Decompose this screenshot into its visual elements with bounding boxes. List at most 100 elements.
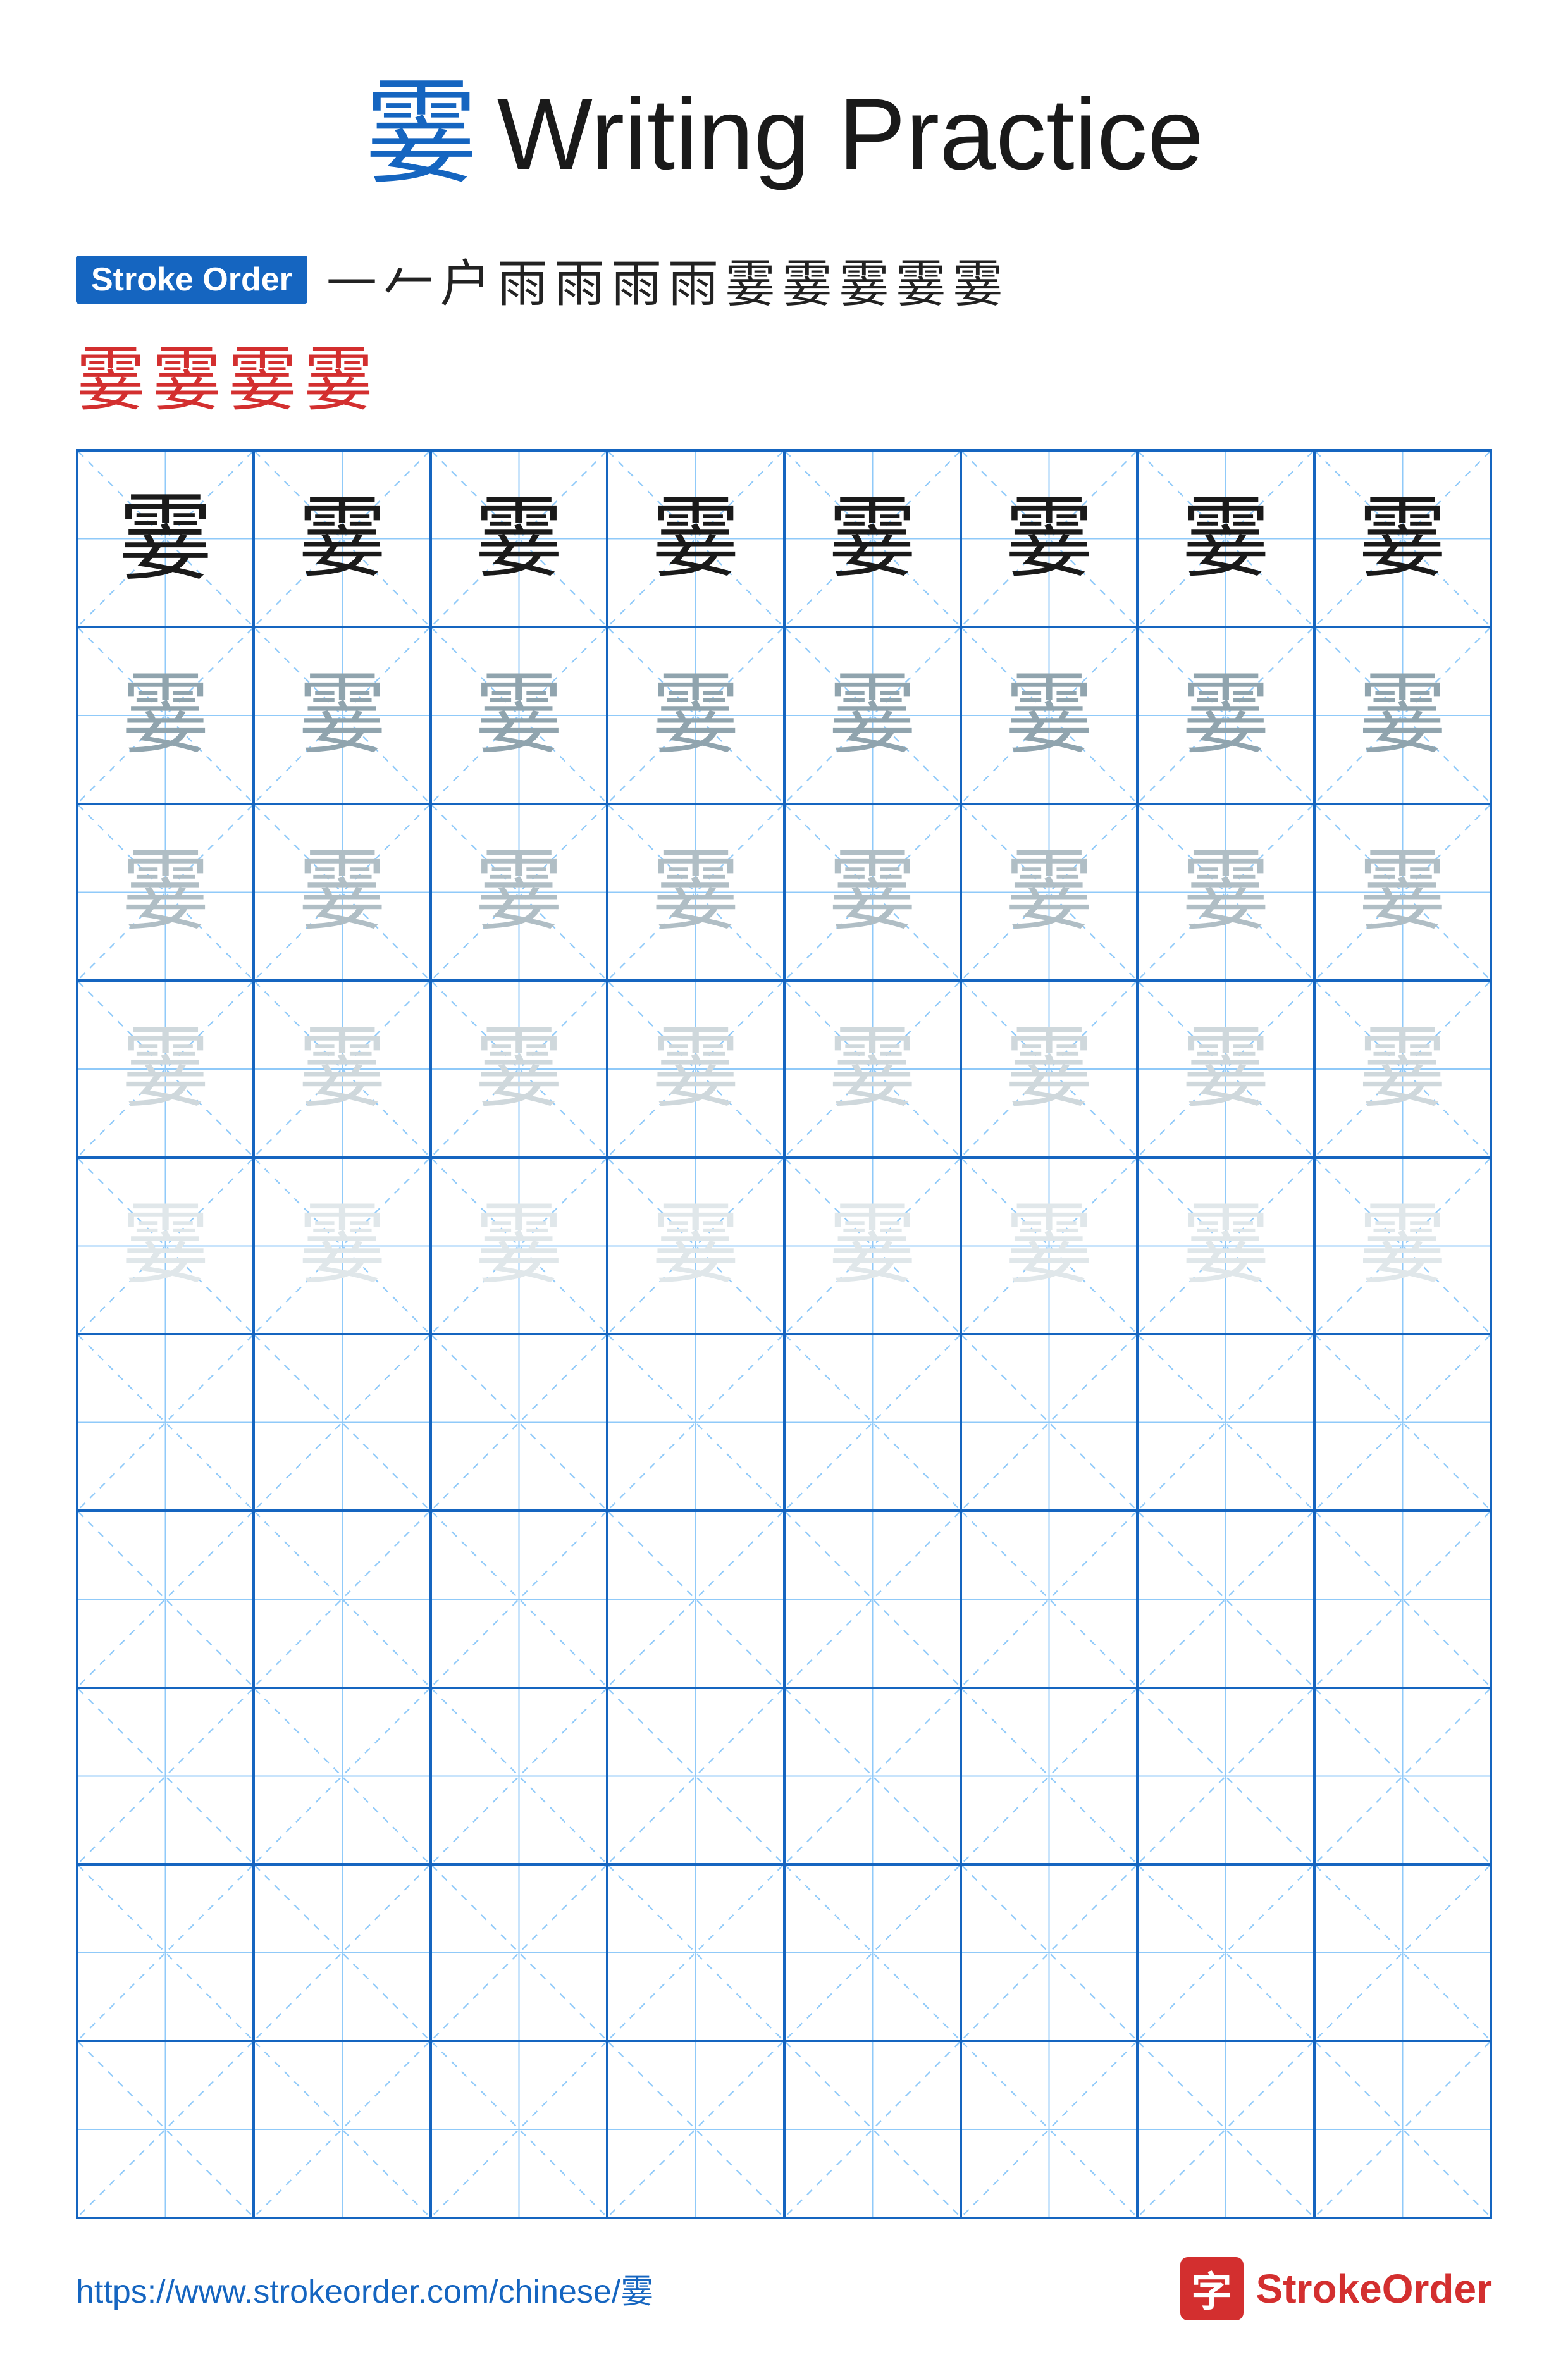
grid-cell-3-3[interactable]: 霎 <box>607 981 784 1157</box>
grid-cell-6-2[interactable] <box>431 1511 607 1687</box>
grid-cell-2-7[interactable]: 霎 <box>1314 804 1491 981</box>
grid-cell-0-0[interactable]: 霎 <box>77 450 254 627</box>
grid-cell-7-4[interactable] <box>784 1688 961 1864</box>
grid-cell-3-1[interactable]: 霎 <box>254 981 430 1157</box>
grid-row-4: 霎霎霎霎霎霎霎霎 <box>77 1158 1491 1334</box>
grid-cell-6-0[interactable] <box>77 1511 254 1687</box>
grid-row-5 <box>77 1334 1491 1511</box>
grid-cell-6-3[interactable] <box>607 1511 784 1687</box>
grid-cell-8-1[interactable] <box>254 1864 430 2041</box>
grid-cell-1-4[interactable]: 霎 <box>784 627 961 803</box>
grid-cell-5-6[interactable] <box>1137 1334 1314 1511</box>
grid-cell-0-7[interactable]: 霎 <box>1314 450 1491 627</box>
grid-cell-3-4[interactable]: 霎 <box>784 981 961 1157</box>
grid-cell-9-1[interactable] <box>254 2041 430 2217</box>
grid-cell-1-6[interactable]: 霎 <box>1137 627 1314 803</box>
grid-cell-5-4[interactable] <box>784 1334 961 1511</box>
stroke-row2-char-3: 霎 <box>228 323 297 424</box>
grid-row-9 <box>77 2041 1491 2217</box>
grid-cell-4-2[interactable]: 霎 <box>431 1158 607 1334</box>
grid-cell-9-0[interactable] <box>77 2041 254 2217</box>
grid-cell-3-7[interactable]: 霎 <box>1314 981 1491 1157</box>
grid-cell-7-6[interactable] <box>1137 1688 1314 1864</box>
grid-cell-4-6[interactable]: 霎 <box>1137 1158 1314 1334</box>
grid-cell-7-1[interactable] <box>254 1688 430 1864</box>
grid-cell-9-5[interactable] <box>961 2041 1137 2217</box>
grid-cell-0-1[interactable]: 霎 <box>254 450 430 627</box>
grid-cell-4-1[interactable]: 霎 <box>254 1158 430 1334</box>
grid-cell-8-3[interactable] <box>607 1864 784 2041</box>
grid-cell-1-3[interactable]: 霎 <box>607 627 784 803</box>
grid-cell-2-5[interactable]: 霎 <box>961 804 1137 981</box>
grid-cell-2-3[interactable]: 霎 <box>607 804 784 981</box>
grid-cell-3-2[interactable]: 霎 <box>431 981 607 1157</box>
grid-cell-8-4[interactable] <box>784 1864 961 2041</box>
grid-cell-7-3[interactable] <box>607 1688 784 1864</box>
grid-cell-1-2[interactable]: 霎 <box>431 627 607 803</box>
grid-cell-7-7[interactable] <box>1314 1688 1491 1864</box>
grid-cell-7-0[interactable] <box>77 1688 254 1864</box>
grid-cell-9-3[interactable] <box>607 2041 784 2217</box>
grid-cell-8-6[interactable] <box>1137 1864 1314 2041</box>
grid-cell-1-5[interactable]: 霎 <box>961 627 1137 803</box>
grid-row-7 <box>77 1688 1491 1864</box>
grid-cell-0-4[interactable]: 霎 <box>784 450 961 627</box>
brand-icon: 字 <box>1180 2257 1244 2320</box>
grid-cell-3-0[interactable]: 霎 <box>77 981 254 1157</box>
grid-cell-5-7[interactable] <box>1314 1334 1491 1511</box>
grid-cell-6-4[interactable] <box>784 1511 961 1687</box>
grid-cell-6-6[interactable] <box>1137 1511 1314 1687</box>
stroke-order-section: Stroke Order 一 𠂉 户 雨 雨 雨 雨 霎 霎 霎 霎 霎 霎 霎… <box>76 243 1492 424</box>
footer-url[interactable]: https://www.strokeorder.com/chinese/霎 <box>76 2265 653 2312</box>
grid-cell-9-6[interactable] <box>1137 2041 1314 2217</box>
grid-cell-6-7[interactable] <box>1314 1511 1491 1687</box>
grid-cell-6-1[interactable] <box>254 1511 430 1687</box>
stroke-step-8: 霎 <box>725 243 775 316</box>
grid-row-1: 霎霎霎霎霎霎霎霎 <box>77 627 1491 803</box>
stroke-row2-char-2: 霎 <box>152 323 221 424</box>
grid-cell-3-5[interactable]: 霎 <box>961 981 1137 1157</box>
brand-name: StrokeOrder <box>1256 2265 1492 2312</box>
grid-cell-0-5[interactable]: 霎 <box>961 450 1137 627</box>
grid-cell-5-1[interactable] <box>254 1334 430 1511</box>
grid-cell-5-0[interactable] <box>77 1334 254 1511</box>
grid-cell-4-5[interactable]: 霎 <box>961 1158 1137 1334</box>
grid-cell-2-6[interactable]: 霎 <box>1137 804 1314 981</box>
grid-cell-9-7[interactable] <box>1314 2041 1491 2217</box>
grid-cell-0-2[interactable]: 霎 <box>431 450 607 627</box>
grid-cell-2-2[interactable]: 霎 <box>431 804 607 981</box>
grid-cell-2-4[interactable]: 霎 <box>784 804 961 981</box>
footer: https://www.strokeorder.com/chinese/霎 字 … <box>76 2219 1492 2320</box>
grid-cell-4-7[interactable]: 霎 <box>1314 1158 1491 1334</box>
grid-cell-7-2[interactable] <box>431 1688 607 1864</box>
grid-cell-5-5[interactable] <box>961 1334 1137 1511</box>
stroke-order-row2: 霎 霎 霎 霎 <box>76 323 1492 424</box>
grid-cell-4-3[interactable]: 霎 <box>607 1158 784 1334</box>
grid-cell-3-6[interactable]: 霎 <box>1137 981 1314 1157</box>
stroke-step-4: 雨 <box>497 243 548 316</box>
grid-cell-8-0[interactable] <box>77 1864 254 2041</box>
grid-cell-4-0[interactable]: 霎 <box>77 1158 254 1334</box>
grid-cell-2-1[interactable]: 霎 <box>254 804 430 981</box>
stroke-step-2: 𠂉 <box>383 243 434 316</box>
grid-cell-8-5[interactable] <box>961 1864 1137 2041</box>
grid-cell-1-1[interactable]: 霎 <box>254 627 430 803</box>
grid-cell-8-2[interactable] <box>431 1864 607 2041</box>
stroke-sequence: 一 𠂉 户 雨 雨 雨 雨 霎 霎 霎 霎 霎 <box>326 243 1003 316</box>
grid-cell-1-0[interactable]: 霎 <box>77 627 254 803</box>
stroke-step-12: 霎 <box>953 243 1003 316</box>
grid-cell-6-5[interactable] <box>961 1511 1137 1687</box>
grid-cell-5-3[interactable] <box>607 1334 784 1511</box>
grid-cell-2-0[interactable]: 霎 <box>77 804 254 981</box>
grid-cell-9-4[interactable] <box>784 2041 961 2217</box>
grid-cell-8-7[interactable] <box>1314 1864 1491 2041</box>
grid-cell-4-4[interactable]: 霎 <box>784 1158 961 1334</box>
grid-cell-5-2[interactable] <box>431 1334 607 1511</box>
grid-cell-7-5[interactable] <box>961 1688 1137 1864</box>
grid-cell-0-6[interactable]: 霎 <box>1137 450 1314 627</box>
grid-cell-9-2[interactable] <box>431 2041 607 2217</box>
grid-row-0: 霎霎霎霎霎霎霎霎 <box>77 450 1491 627</box>
grid-cell-0-3[interactable]: 霎 <box>607 450 784 627</box>
grid-cell-1-7[interactable]: 霎 <box>1314 627 1491 803</box>
stroke-row2-char-4: 霎 <box>304 323 373 424</box>
